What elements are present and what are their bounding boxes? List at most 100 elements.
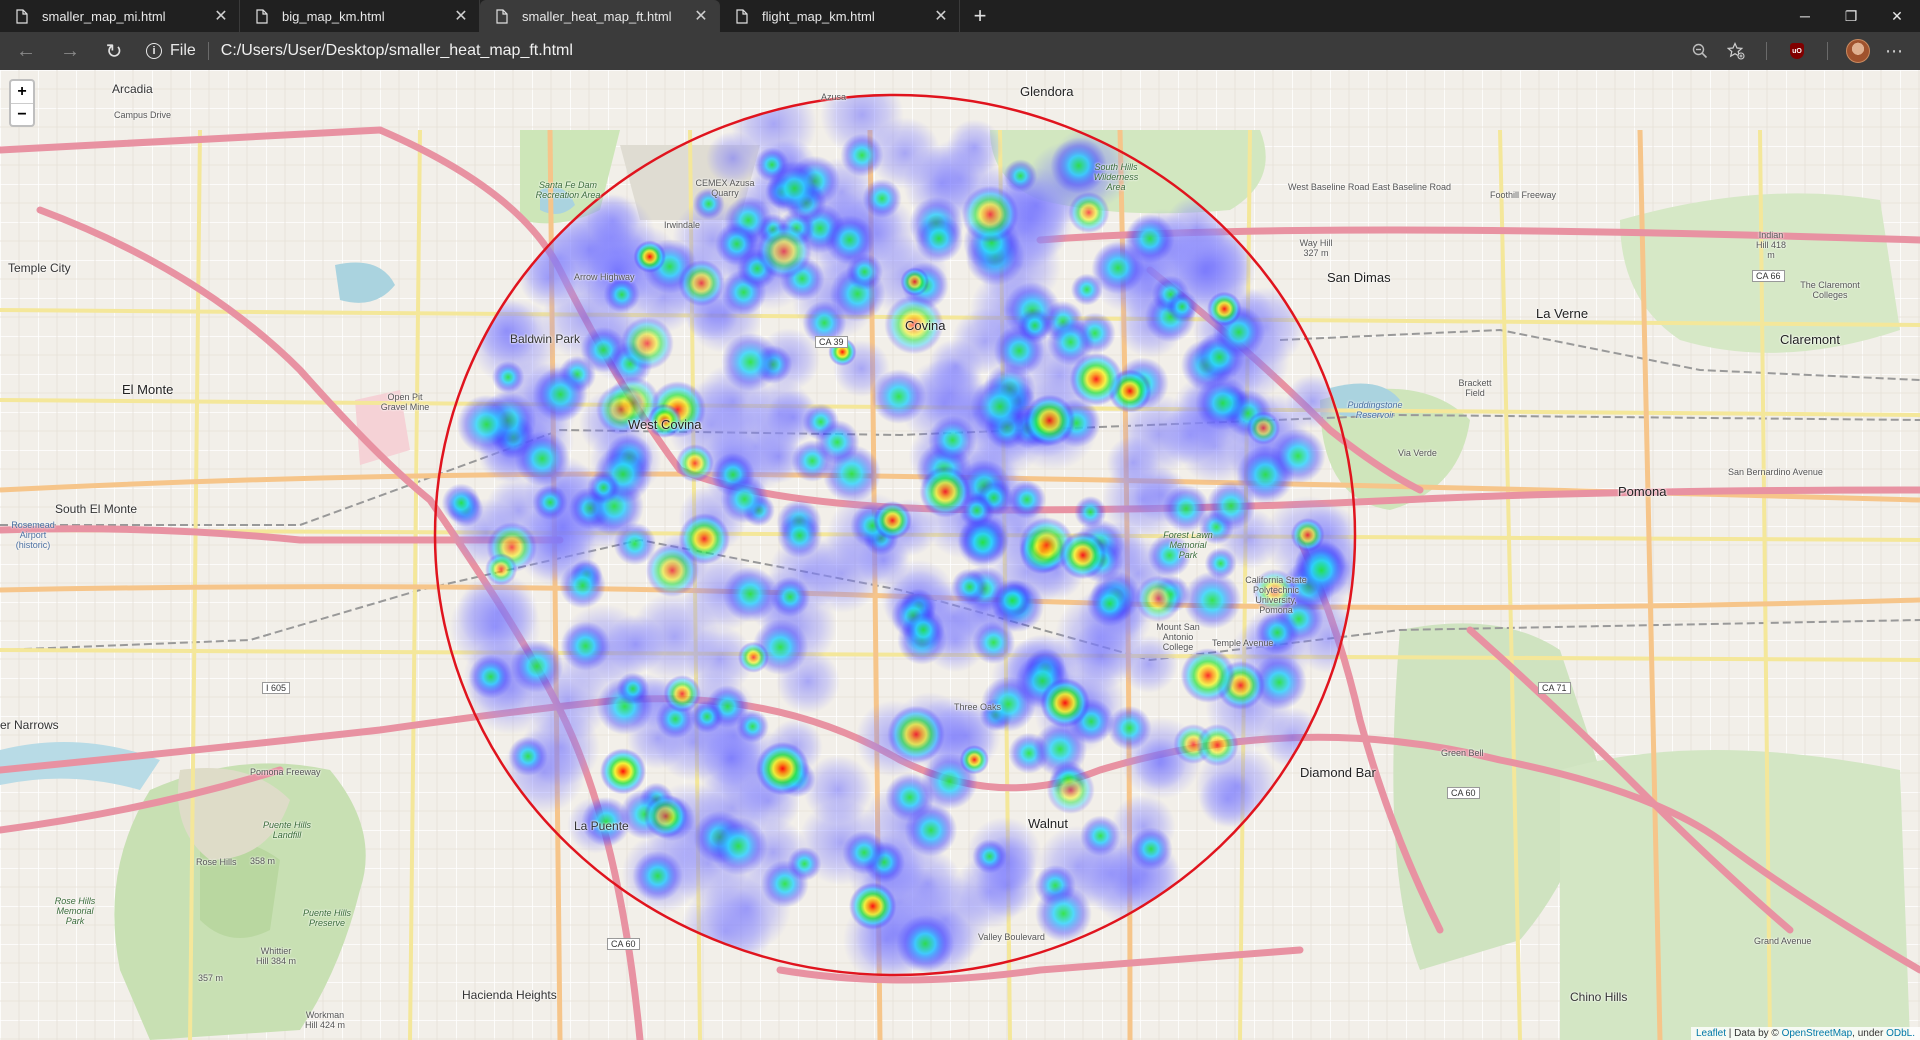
close-icon[interactable]: ✕	[689, 4, 713, 28]
place-label: Covina	[905, 318, 946, 333]
document-icon	[16, 8, 28, 24]
odbl-link[interactable]: ODbL.	[1886, 1028, 1915, 1039]
park-label: Forest Lawn Memorial Park	[1163, 530, 1213, 560]
heat-blob	[1166, 290, 1199, 323]
map-attribution: Leaflet | Data by © OpenStreetMap, under…	[1690, 1027, 1920, 1040]
favorites-star-icon[interactable]	[1718, 35, 1754, 67]
heat-blob	[514, 431, 570, 487]
close-icon[interactable]: ✕	[209, 4, 233, 28]
heat-blob	[951, 568, 989, 606]
close-icon[interactable]: ✕	[449, 4, 473, 28]
tab-label: big_map_km.html	[282, 8, 385, 24]
attribution-suffix: , under	[1852, 1028, 1887, 1039]
address-bar[interactable]: i File C:/Users/User/Desktop/smaller_hea…	[146, 36, 573, 66]
heat-blob	[468, 654, 513, 699]
peak-label: Indian Hill 418 m	[1755, 230, 1786, 260]
heat-blob	[1074, 495, 1107, 529]
heat-blob	[928, 415, 978, 465]
airport-label: Brackett Field	[1458, 378, 1492, 398]
place-label: El Monte	[122, 382, 174, 397]
heat-blob	[491, 360, 525, 394]
document-icon	[256, 8, 268, 24]
heat-blob	[456, 394, 517, 455]
place-label: er Narrows	[0, 718, 59, 732]
heat-blob	[1017, 308, 1053, 344]
heat-blob	[532, 366, 589, 423]
heat-blob	[904, 803, 958, 857]
road-label: Campus Drive	[114, 110, 172, 120]
heat-wash	[474, 299, 539, 363]
close-icon[interactable]: ✕	[929, 4, 953, 28]
osm-link[interactable]: OpenStreetMap	[1782, 1028, 1853, 1039]
ublock-icon[interactable]: uO	[1779, 35, 1815, 67]
url-field[interactable]: C:/Users/User/Desktop/smaller_heat_map_f…	[221, 42, 573, 60]
attribution-text: | Data by ©	[1726, 1028, 1782, 1039]
forward-arrow-icon[interactable]: →	[52, 35, 88, 67]
heat-blob	[720, 475, 769, 524]
heat-blob	[990, 578, 1035, 623]
heat-blob	[846, 253, 884, 291]
back-arrow-icon[interactable]: ←	[8, 35, 44, 67]
zoom-out-icon[interactable]	[1682, 35, 1718, 67]
zoom-in-button[interactable]: +	[11, 81, 33, 103]
heat-blob	[777, 512, 823, 559]
area-label: Open Pit Gravel Mine	[380, 392, 430, 412]
refresh-icon[interactable]: ↻	[96, 35, 132, 67]
place-label: San Dimas	[1327, 270, 1391, 285]
road-shield: I 605	[262, 682, 291, 694]
heat-wash	[1285, 374, 1340, 429]
heat-hotspot	[1207, 291, 1242, 327]
leaflet-link[interactable]: Leaflet	[1696, 1028, 1726, 1039]
site-info-label[interactable]: File	[170, 42, 196, 60]
tab-flight-map-km[interactable]: flight_map_km.html ✕	[720, 0, 960, 32]
road-label: Grand Avenue	[1754, 936, 1812, 946]
heat-blob	[1086, 580, 1133, 627]
heatmap-spots	[441, 95, 1355, 975]
campus-label: California State Polytechnic University,…	[1245, 575, 1307, 615]
zoom-out-button[interactable]: −	[11, 103, 33, 125]
more-icon[interactable]: ⋯	[1876, 35, 1912, 67]
peak-label: 357 m	[198, 973, 224, 983]
road-label: East Baseline Road	[1372, 182, 1452, 192]
road-label: Temple Avenue	[1212, 638, 1274, 648]
place-label: Claremont	[1780, 332, 1840, 347]
heat-hotspot	[873, 500, 912, 540]
tab-smaller-heat-map-ft[interactable]: smaller_heat_map_ft.html ✕	[480, 0, 720, 32]
minimize-icon[interactable]: ─	[1782, 0, 1828, 32]
place-label: South El Monte	[55, 502, 138, 516]
tab-smaller-map-mi[interactable]: smaller_map_mi.html ✕	[0, 0, 240, 32]
road-label: West Baseline Road	[1288, 182, 1370, 192]
heat-blob	[632, 850, 684, 902]
toolbar-divider	[1766, 42, 1767, 60]
heat-hotspot	[848, 882, 897, 931]
heat-blob	[972, 839, 1007, 874]
heat-blob	[508, 736, 548, 777]
heat-blob	[510, 639, 564, 693]
heat-hotspot	[1069, 352, 1123, 406]
map-viewport[interactable]: Glendora Arcadia Campus Drive Temple Cit…	[0, 70, 1920, 1040]
park-label: South Hills Wilderness Area	[1093, 162, 1139, 192]
heat-blob	[1080, 815, 1121, 857]
document-icon	[496, 8, 508, 24]
heat-blob	[842, 830, 887, 875]
heat-hotspot	[919, 465, 972, 518]
address-divider	[207, 42, 209, 60]
place-label: La Puente	[574, 819, 629, 833]
airport-label: Rosemead Airport (historic)	[11, 520, 55, 550]
place-label: Rose Hills	[196, 857, 237, 867]
road-shield: CA 60	[607, 938, 640, 950]
area-label: CEMEX Azusa Quarry	[695, 178, 755, 198]
restore-icon[interactable]: ❐	[1828, 0, 1874, 32]
avatar[interactable]	[1840, 35, 1876, 67]
tab-label: flight_map_km.html	[762, 8, 875, 24]
new-tab-button[interactable]: +	[964, 0, 996, 32]
close-window-icon[interactable]: ✕	[1874, 0, 1920, 32]
tab-big-map-km[interactable]: big_map_km.html ✕	[240, 0, 480, 32]
heat-blob	[1125, 213, 1175, 264]
tab-strip: smaller_map_mi.html ✕ big_map_km.html ✕ …	[0, 0, 1920, 32]
info-icon[interactable]: i	[146, 43, 162, 59]
heat-hotspot	[1196, 723, 1239, 767]
place-label: Temple City	[8, 261, 71, 275]
road-label: Arrow Highway	[574, 272, 635, 282]
road-label: Valley Boulevard	[978, 932, 1045, 942]
